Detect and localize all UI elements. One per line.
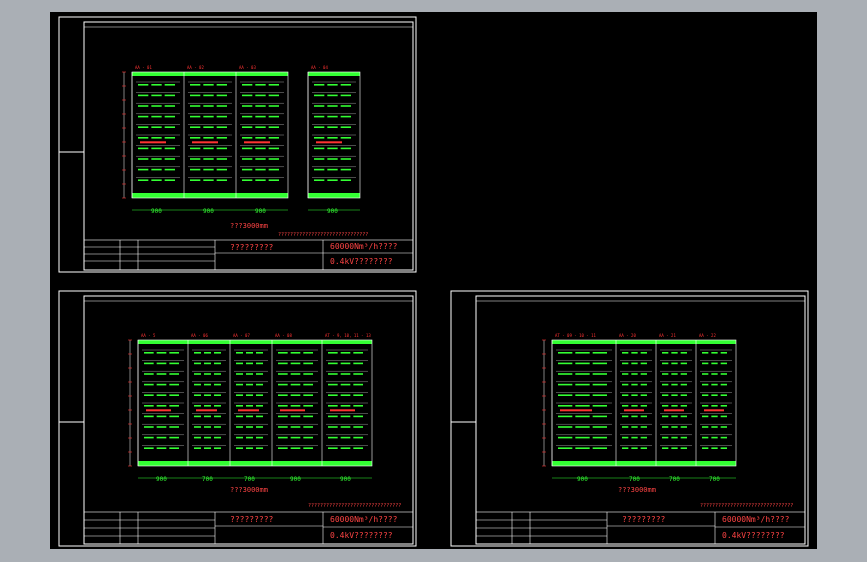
cabinet-panel: AA - 20 700 <box>615 333 652 483</box>
cabinet-id-label: AA - 21 <box>659 333 676 338</box>
cabinet-panel: AT - 09 - 10 - 11 900 <box>551 333 612 483</box>
width-dimension: 700 <box>629 476 640 483</box>
cabinet-group: AA - 5900AA - 06700AA - 07700AA - 08900A… <box>128 333 373 483</box>
title-right-2: 0.4kV???????? <box>330 531 393 540</box>
cabinet-panel: AA - 03 900 <box>235 65 284 215</box>
bottom-busbar <box>552 461 736 466</box>
cabinet-group: AA - 01 900 AA - 02 900 AA - 03 900 AA - 04 900 <box>122 65 361 215</box>
title-right-1: 60000Nm³/h???? <box>330 515 398 524</box>
cabinet-panel: AA - 06 700 <box>187 333 226 483</box>
title-mid: ????????? <box>230 243 274 252</box>
cabinet-id-label: AA - 07 <box>233 333 250 338</box>
title-right-1: 60000Nm³/h???? <box>330 242 398 251</box>
title-right-2: 0.4kV???????? <box>722 531 785 540</box>
feeder-tag <box>624 409 644 412</box>
sheet-svg: AA - 01 900 AA - 02 900 AA - 03 900 AA - 04 900… <box>58 16 417 273</box>
drawing-sheet-bottom-left[interactable]: AA - 5 900 AA - 06 700 AA - 07 700 AA - 08 900 A… <box>58 290 418 548</box>
cad-model-space[interactable]: AA - 01 900 AA - 02 900 AA - 03 900 AA - 04 900… <box>50 12 817 549</box>
sheet-svg: AT - 09 - 10 - 11 900 AA - 20 700 AA - 21 700… <box>450 290 809 547</box>
feeder-tag <box>330 409 355 412</box>
width-dimension: 900 <box>327 208 338 215</box>
total-width-label: ???3000mm <box>230 486 268 494</box>
title-mid: ????????? <box>230 515 274 524</box>
feeder-tag <box>238 409 259 412</box>
title-right-1: 60000Nm³/h???? <box>722 515 790 524</box>
feeder-tag <box>244 141 270 144</box>
width-dimension: 700 <box>669 476 680 483</box>
width-dimension: 900 <box>203 208 214 215</box>
sheet-note: ??????????????????????????????? <box>700 503 793 509</box>
width-dimension: 900 <box>290 476 301 483</box>
cabinet-id-label: AA - 06 <box>191 333 208 338</box>
cabinet-panel: AT - 9, 10, 11 - 13 900 <box>321 333 371 483</box>
top-busbar <box>138 340 372 344</box>
feeder-tag <box>560 409 592 412</box>
cabinet-id-label: AT - 9, 10, 11 - 13 <box>325 333 371 338</box>
sheet-svg: AA - 5900AA - 06700AA - 07700AA - 08900A… <box>58 290 417 547</box>
width-dimension: 900 <box>255 208 266 215</box>
feeder-tag <box>280 409 305 412</box>
cabinet-panel: AA - 5 900 <box>137 333 184 483</box>
cabinet-panel: AA - 22 700 <box>695 333 732 483</box>
cabinet-id-label: AA - 5 <box>141 333 156 338</box>
cabinet-id-label: AA - 03 <box>239 65 256 70</box>
width-dimension: 900 <box>340 476 351 483</box>
cabinet-panel: AA - 21 700 <box>655 333 692 483</box>
top-busbar <box>308 72 360 76</box>
cabinet-panel: AA - 01 900 <box>131 65 180 215</box>
total-width-label: ???3000mm <box>618 486 656 494</box>
feeder-tag <box>146 409 171 412</box>
cabinet-id-label: AA - 08 <box>275 333 292 338</box>
cabinet-id-label: AA - 01 <box>135 65 152 70</box>
cabinet-id-label: AA - 04 <box>311 65 328 70</box>
width-dimension: 700 <box>709 476 720 483</box>
feeder-tag <box>664 409 684 412</box>
feeder-tag <box>196 409 217 412</box>
drawing-sheet-bottom-right[interactable]: AT - 09 - 10 - 11 900 AA - 20 700 AA - 21 700… <box>450 290 810 548</box>
cabinet-panel: AA - 04 900 <box>307 65 356 215</box>
width-dimension: 700 <box>202 476 213 483</box>
cabinet-panel: AA - 07 700 <box>229 333 268 483</box>
width-dimension: 900 <box>151 208 162 215</box>
sheet-note: ??????????????????????????????? <box>308 503 401 509</box>
cabinet-id-label: AA - 22 <box>699 333 716 338</box>
cabinet-panel: AA - 02 900 <box>183 65 232 215</box>
feeder-tag <box>316 141 342 144</box>
cabinet-id-label: AT - 09 - 10 - 11 <box>555 333 597 338</box>
drawing-sheet-top-left[interactable]: AA - 01 900 AA - 02 900 AA - 03 900 AA - 04 900… <box>58 16 418 274</box>
feeder-tag <box>704 409 724 412</box>
title-mid: ????????? <box>622 515 666 524</box>
sheet-note: ?????????????????????????????? <box>278 232 368 238</box>
width-dimension: 900 <box>156 476 167 483</box>
feeder-tag <box>140 141 166 144</box>
top-busbar <box>132 72 288 76</box>
bottom-busbar <box>308 193 360 198</box>
feeder-tag <box>192 141 218 144</box>
cabinet-group: AT - 09 - 10 - 11 900 AA - 20 700 AA - 21 700… <box>542 333 737 483</box>
cabinet-id-label: AA - 02 <box>187 65 204 70</box>
title-right-2: 0.4kV???????? <box>330 257 393 266</box>
bottom-busbar <box>132 193 288 198</box>
bottom-busbar <box>138 461 372 466</box>
cabinet-panel: AA - 08 900 <box>271 333 318 483</box>
cabinet-id-label: AA - 20 <box>619 333 636 338</box>
total-width-label: ???3000mm <box>230 222 268 230</box>
width-dimension: 700 <box>244 476 255 483</box>
top-busbar <box>552 340 736 344</box>
width-dimension: 900 <box>577 476 588 483</box>
